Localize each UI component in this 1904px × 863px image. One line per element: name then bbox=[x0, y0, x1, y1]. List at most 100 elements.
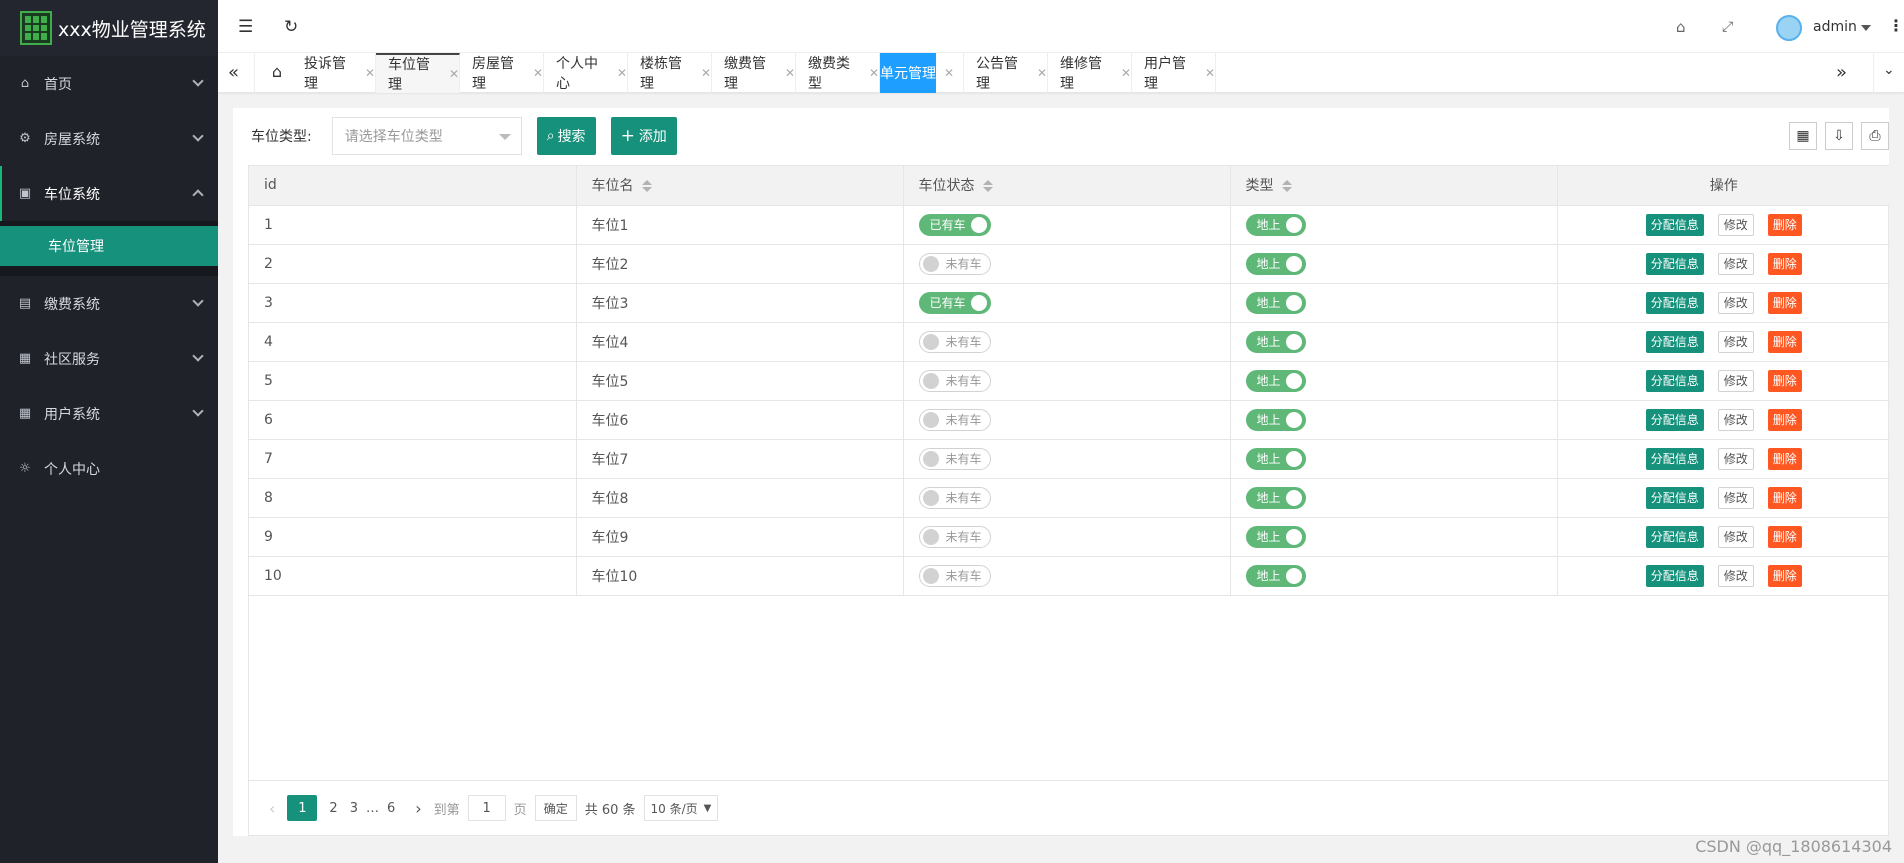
type-switch[interactable]: 地上 bbox=[1245, 213, 1306, 236]
status-switch[interactable]: 未有车 bbox=[918, 564, 991, 587]
status-switch[interactable]: 未有车 bbox=[918, 330, 991, 353]
tabs-next-icon[interactable]: » bbox=[1836, 62, 1847, 83]
delete-button[interactable]: 删除 bbox=[1767, 408, 1802, 431]
close-icon[interactable]: ✕ bbox=[1205, 66, 1215, 80]
column-header[interactable]: 车位名 bbox=[576, 166, 904, 206]
delete-button[interactable]: 删除 bbox=[1767, 486, 1802, 509]
prev-page-icon[interactable]: ‹ bbox=[269, 799, 275, 818]
column-header[interactable]: 车位状态 bbox=[903, 166, 1231, 206]
print-icon[interactable]: ⎙ bbox=[1861, 122, 1889, 150]
next-page-icon[interactable]: › bbox=[415, 799, 421, 818]
assign-button[interactable]: 分配信息 bbox=[1645, 369, 1704, 392]
edit-button[interactable]: 修改 bbox=[1717, 369, 1754, 392]
delete-button[interactable]: 删除 bbox=[1767, 330, 1802, 353]
status-switch[interactable]: 未有车 bbox=[918, 369, 991, 392]
close-icon[interactable]: ✕ bbox=[533, 66, 543, 80]
user-name[interactable]: admin bbox=[1813, 19, 1857, 35]
column-header[interactable]: 类型 bbox=[1230, 166, 1558, 206]
page-number[interactable]: 2 bbox=[329, 801, 337, 816]
delete-button[interactable]: 删除 bbox=[1767, 564, 1802, 587]
edit-button[interactable]: 修改 bbox=[1717, 447, 1754, 470]
close-icon[interactable]: ✕ bbox=[617, 66, 627, 80]
close-icon[interactable]: ✕ bbox=[1037, 66, 1047, 80]
assign-button[interactable]: 分配信息 bbox=[1645, 447, 1704, 470]
page-size-select[interactable]: 10 条/页 ▼ bbox=[643, 795, 719, 821]
status-switch[interactable]: 未有车 bbox=[918, 486, 991, 509]
sort-icon[interactable] bbox=[982, 180, 993, 193]
tab-5[interactable]: 缴费管理 ✕ bbox=[712, 53, 796, 93]
tab-0[interactable]: 投诉管理 ✕ bbox=[292, 53, 376, 93]
sort-icon[interactable] bbox=[641, 180, 652, 193]
status-switch[interactable]: 已有车 bbox=[918, 213, 991, 236]
close-icon[interactable]: ✕ bbox=[701, 66, 711, 80]
tag-icon[interactable]: ⌂ bbox=[1676, 17, 1686, 37]
status-switch[interactable]: 已有车 bbox=[918, 291, 991, 314]
type-switch[interactable]: 地上 bbox=[1245, 252, 1306, 275]
assign-button[interactable]: 分配信息 bbox=[1645, 408, 1704, 431]
delete-button[interactable]: 删除 bbox=[1767, 213, 1802, 236]
edit-button[interactable]: 修改 bbox=[1717, 213, 1754, 236]
columns-icon[interactable]: ▦ bbox=[1789, 122, 1817, 150]
assign-button[interactable]: 分配信息 bbox=[1645, 525, 1704, 548]
type-switch[interactable]: 地上 bbox=[1245, 330, 1306, 353]
tab-8[interactable]: 公告管理 ✕ bbox=[964, 53, 1048, 93]
status-switch[interactable]: 未有车 bbox=[918, 525, 991, 548]
status-switch[interactable]: 未有车 bbox=[918, 447, 991, 470]
sidebar-item-1[interactable]: ⚙ 房屋系统 bbox=[0, 111, 218, 166]
status-switch[interactable]: 未有车 bbox=[918, 408, 991, 431]
edit-button[interactable]: 修改 bbox=[1717, 291, 1754, 314]
tab-10[interactable]: 用户管理 ✕ bbox=[1132, 53, 1216, 93]
search-button[interactable]: ⌕ 搜索 bbox=[536, 117, 596, 155]
edit-button[interactable]: 修改 bbox=[1717, 486, 1754, 509]
caret-down-icon[interactable] bbox=[1861, 25, 1871, 31]
close-icon[interactable]: ✕ bbox=[785, 66, 795, 80]
delete-button[interactable]: 删除 bbox=[1767, 252, 1802, 275]
sidebar-item-6[interactable]: ☼ 个人中心 bbox=[0, 441, 218, 496]
close-icon[interactable]: ✕ bbox=[365, 66, 375, 80]
tabs-menu-icon[interactable]: ⌄ bbox=[1883, 62, 1895, 78]
tabs-prev-icon[interactable]: « bbox=[228, 62, 239, 83]
sidebar-item-0[interactable]: ⌂ 首页 bbox=[0, 56, 218, 111]
more-vertical-icon[interactable]: ⋮ bbox=[1888, 16, 1904, 35]
edit-button[interactable]: 修改 bbox=[1717, 564, 1754, 587]
assign-button[interactable]: 分配信息 bbox=[1645, 252, 1704, 275]
sidebar-item-5[interactable]: ▦ 用户系统 bbox=[0, 386, 218, 441]
page-number[interactable]: 1 bbox=[287, 795, 318, 821]
assign-button[interactable]: 分配信息 bbox=[1645, 330, 1704, 353]
parking-type-select[interactable]: 请选择车位类型 bbox=[331, 117, 522, 155]
page-number[interactable]: 3 bbox=[350, 801, 358, 816]
tab-6[interactable]: 缴费类型 ✕ bbox=[796, 53, 880, 93]
refresh-icon[interactable]: ↻ bbox=[284, 17, 298, 37]
type-switch[interactable]: 地上 bbox=[1245, 564, 1306, 587]
type-switch[interactable]: 地上 bbox=[1245, 291, 1306, 314]
assign-button[interactable]: 分配信息 bbox=[1645, 291, 1704, 314]
goto-confirm-button[interactable]: 确定 bbox=[534, 795, 577, 821]
edit-button[interactable]: 修改 bbox=[1717, 330, 1754, 353]
page-number[interactable]: 6 bbox=[387, 801, 395, 816]
close-icon[interactable]: ✕ bbox=[869, 66, 879, 80]
menu-fold-icon[interactable]: ☰ bbox=[238, 17, 253, 37]
sidebar-subitem-parking[interactable]: 车位管理 bbox=[0, 226, 218, 266]
tab-3[interactable]: 个人中心 ✕ bbox=[544, 53, 628, 93]
fullscreen-icon[interactable]: ⤢ bbox=[1722, 17, 1733, 37]
edit-button[interactable]: 修改 bbox=[1717, 408, 1754, 431]
type-switch[interactable]: 地上 bbox=[1245, 369, 1306, 392]
add-button[interactable]: + 添加 bbox=[610, 117, 677, 155]
tab-9[interactable]: 维修管理 ✕ bbox=[1048, 53, 1132, 93]
type-switch[interactable]: 地上 bbox=[1245, 408, 1306, 431]
export-icon[interactable]: ⇩ bbox=[1825, 122, 1853, 150]
avatar[interactable] bbox=[1776, 15, 1802, 41]
delete-button[interactable]: 删除 bbox=[1767, 525, 1802, 548]
type-switch[interactable]: 地上 bbox=[1245, 447, 1306, 470]
delete-button[interactable]: 删除 bbox=[1767, 447, 1802, 470]
delete-button[interactable]: 删除 bbox=[1767, 369, 1802, 392]
edit-button[interactable]: 修改 bbox=[1717, 525, 1754, 548]
close-icon[interactable]: ✕ bbox=[449, 67, 459, 81]
tab-7[interactable]: 单元管理 ✕ bbox=[880, 53, 964, 93]
tab-1[interactable]: 车位管理 ✕ bbox=[376, 53, 460, 93]
close-icon[interactable]: ✕ bbox=[944, 66, 954, 80]
edit-button[interactable]: 修改 bbox=[1717, 252, 1754, 275]
tab-2[interactable]: 房屋管理 ✕ bbox=[460, 53, 544, 93]
close-icon[interactable]: ✕ bbox=[1121, 66, 1131, 80]
sidebar-item-3[interactable]: ▤ 缴费系统 bbox=[0, 276, 218, 331]
